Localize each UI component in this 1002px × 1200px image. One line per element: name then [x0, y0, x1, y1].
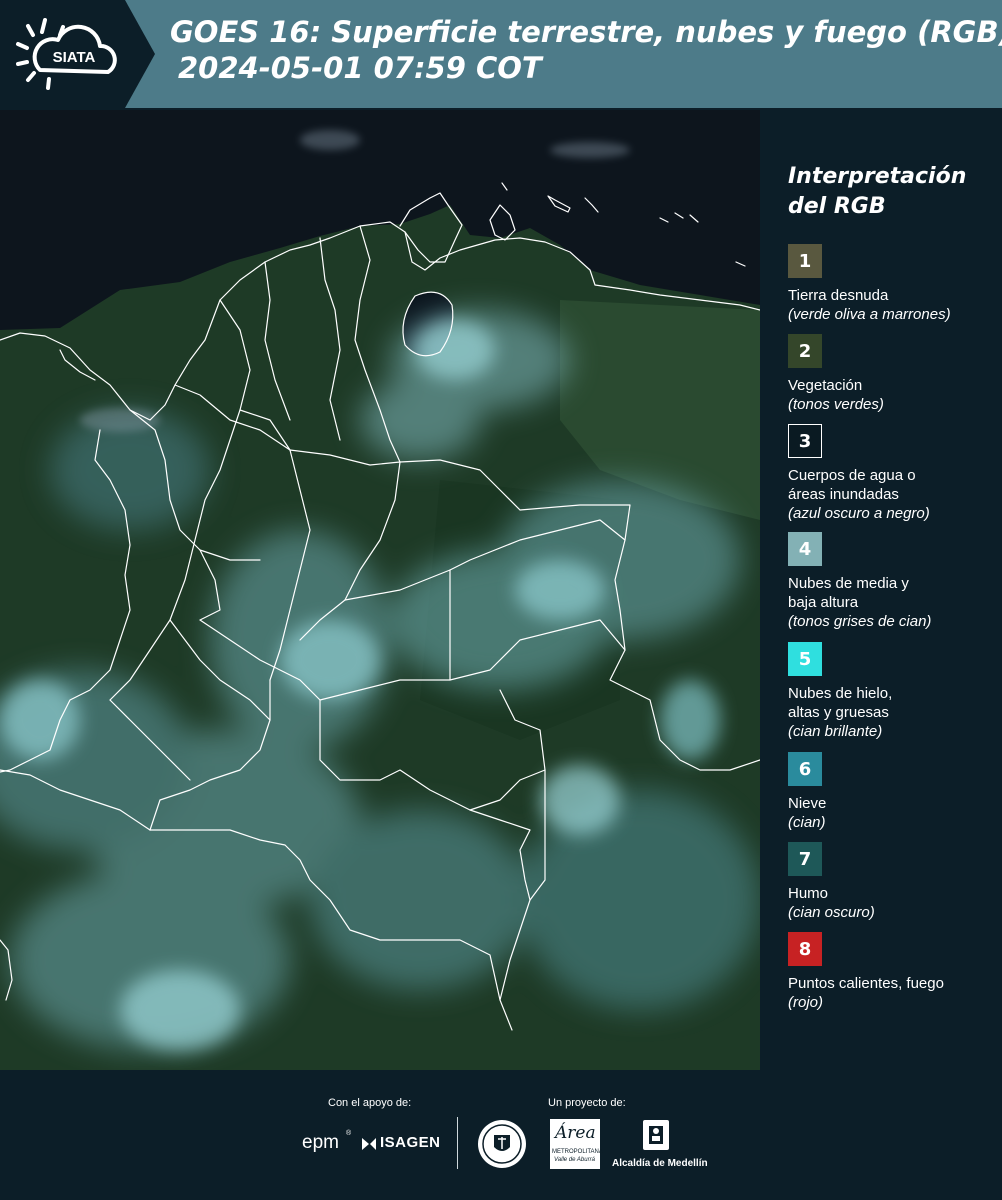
legend-swatch-8: 8	[788, 932, 822, 966]
seal-logo	[477, 1119, 527, 1173]
epm-logo: epm ®	[302, 1130, 352, 1153]
legend-label-7: Humo	[788, 885, 829, 902]
legend-sublabel-7: (cian oscuro)	[788, 904, 875, 921]
siata-wordmark: SIATA	[53, 49, 96, 66]
page-title: GOES 16: Superficie terrestre, nubes y f…	[170, 14, 1002, 86]
legend-title-line-1: Interpretación	[788, 164, 967, 189]
area-script: Área	[555, 1123, 596, 1143]
siata-logo: SIATA	[0, 0, 155, 108]
legend-swatch-4: 4	[788, 532, 822, 566]
legend-swatch-5: 5	[788, 642, 822, 676]
legend-panel: Interpretación del RGB 1 Tierra desnuda …	[760, 110, 1002, 1070]
coat-of-arms-icon	[643, 1120, 669, 1150]
title-line-1: GOES 16: Superficie terrestre, nubes y f…	[170, 15, 1002, 49]
project-label: Un proyecto de:	[548, 1097, 626, 1109]
satellite-image	[0, 110, 760, 1070]
alcaldia-wordmark: Alcaldía de Medellín	[612, 1158, 708, 1169]
support-label: Con el apoyo de:	[328, 1097, 412, 1109]
legend-label-6: Nieve	[788, 795, 827, 812]
legend-item-2: 2 Vegetación (tonos verdes)	[788, 334, 998, 414]
area-sub-2: Valle de Aburrá	[554, 1157, 595, 1163]
legend-label-8: Puntos calientes, fuego	[788, 975, 944, 992]
legend-item-7: 7 Humo (cian oscuro)	[788, 842, 998, 922]
legend-sublabel-4: (tonos grises de cian)	[788, 613, 932, 630]
legend-label-1: Tierra desnuda	[788, 287, 889, 304]
isagen-icon	[362, 1138, 376, 1150]
legend-label-2: Vegetación	[788, 377, 863, 394]
legend-title: Interpretación del RGB	[788, 162, 966, 222]
legend-swatch-6: 6	[788, 752, 822, 786]
alcaldia-logo: Alcaldía de Medellín	[610, 1118, 708, 1170]
legend-item-4: 4 Nubes de media y baja altura (tonos gri…	[788, 532, 998, 631]
area-sub-1: METROPOLITANA	[552, 1149, 603, 1155]
legend-item-3: 3 Cuerpos de agua o áreas inundadas (azul…	[788, 424, 998, 523]
legend-label-3: Cuerpos de agua o áreas inundadas	[788, 467, 916, 503]
legend-sublabel-6: (cian)	[788, 814, 826, 831]
satellite-map	[0, 110, 760, 1070]
title-line-2: 2024-05-01 07:59 COT	[178, 51, 542, 85]
footer-divider	[457, 1117, 458, 1169]
legend-swatch-7: 7	[788, 842, 822, 876]
header-bar: SIATA GOES 16: Superficie terrestre, nub…	[0, 0, 1002, 108]
isagen-wordmark: ISAGEN	[380, 1134, 441, 1151]
legend-item-6: 6 Nieve (cian)	[788, 752, 998, 832]
footer: Con el apoyo de: Un proyecto de: epm ® I…	[0, 1070, 1002, 1200]
legend-swatch-2: 2	[788, 334, 822, 368]
epm-wordmark: epm	[302, 1132, 339, 1153]
legend-swatch-1: 1	[788, 244, 822, 278]
legend-title-line-2: del RGB	[788, 194, 886, 219]
legend-swatch-3: 3	[788, 424, 822, 458]
legend-sublabel-5: (cian brillante)	[788, 723, 883, 740]
legend-sublabel-8: (rojo)	[788, 994, 824, 1011]
legend-sublabel-1: (verde oliva a marrones)	[788, 306, 951, 323]
legend-item-5: 5 Nubes de hielo, altas y gruesas (cian b…	[788, 642, 998, 741]
legend-sublabel-2: (tonos verdes)	[788, 396, 884, 413]
legend-label-5: Nubes de hielo, altas y gruesas	[788, 685, 893, 721]
legend-sublabel-3: (azul oscuro a negro)	[788, 505, 930, 522]
seal-icon	[478, 1120, 526, 1168]
area-metropolitana-logo: Área METROPOLITANA Valle de Aburrá	[550, 1119, 603, 1169]
legend-item-8: 8 Puntos calientes, fuego (rojo)	[788, 932, 998, 1012]
legend-item-1: 1 Tierra desnuda (verde oliva a marrones…	[788, 244, 998, 324]
legend-label-4: Nubes de media y baja altura	[788, 575, 909, 611]
